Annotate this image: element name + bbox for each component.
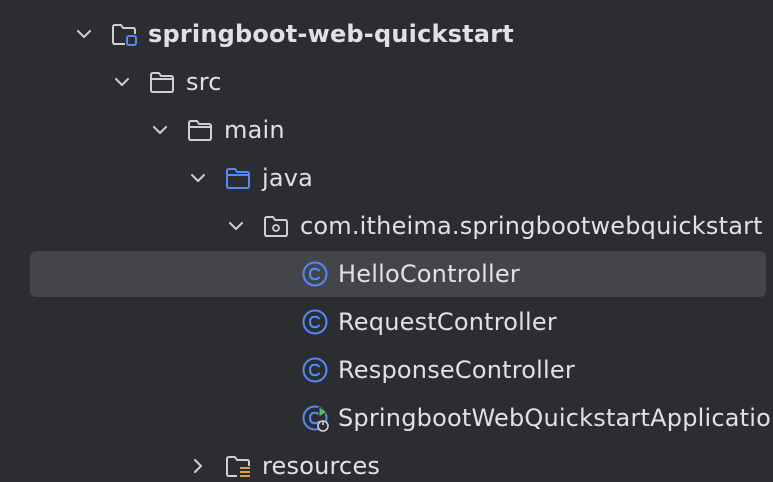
chevron-right-icon[interactable] (188, 456, 208, 476)
spring-boot-application-class-icon (301, 404, 329, 432)
tree-item-label: com.itheima.springbootwebquickstart (300, 212, 763, 240)
tree-item-application-class[interactable]: SpringbootWebQuickstartApplication (0, 394, 773, 442)
tree-item-label: SpringbootWebQuickstartApplication (338, 404, 773, 432)
tree-item-label: resources (262, 452, 381, 480)
folder-icon (148, 68, 176, 96)
chevron-down-icon[interactable] (74, 24, 94, 44)
class-icon (301, 356, 329, 384)
module-folder-icon (110, 20, 138, 48)
package-icon (262, 212, 290, 240)
tree-item-label: springboot-web-quickstart (148, 20, 514, 48)
tree-item-main[interactable]: main (0, 106, 773, 154)
chevron-down-icon[interactable] (150, 120, 170, 140)
tree-item-label: RequestController (338, 308, 557, 336)
class-icon (301, 260, 329, 288)
chevron-down-icon[interactable] (226, 216, 246, 236)
class-icon (301, 308, 329, 336)
project-tree: springboot-web-quickstart src main java … (0, 0, 773, 482)
tree-item-response-controller[interactable]: ResponseController (0, 346, 773, 394)
source-folder-icon (224, 164, 252, 192)
tree-item-label: HelloController (338, 260, 520, 288)
tree-item-label: src (186, 68, 222, 96)
tree-item-label: java (262, 164, 314, 192)
resources-folder-icon (224, 452, 252, 480)
tree-item-java[interactable]: java (0, 154, 773, 202)
tree-item-springboot-web-quickstart[interactable]: springboot-web-quickstart (0, 10, 773, 58)
chevron-down-icon[interactable] (112, 72, 132, 92)
folder-icon (186, 116, 214, 144)
tree-item-package[interactable]: com.itheima.springbootwebquickstart (0, 202, 773, 250)
tree-item-resources[interactable]: resources (0, 442, 773, 482)
tree-item-label: main (224, 116, 285, 144)
tree-item-hello-controller[interactable]: HelloController (0, 250, 773, 298)
chevron-down-icon[interactable] (188, 168, 208, 188)
tree-item-request-controller[interactable]: RequestController (0, 298, 773, 346)
tree-item-label: ResponseController (338, 356, 575, 384)
tree-item-src[interactable]: src (0, 58, 773, 106)
